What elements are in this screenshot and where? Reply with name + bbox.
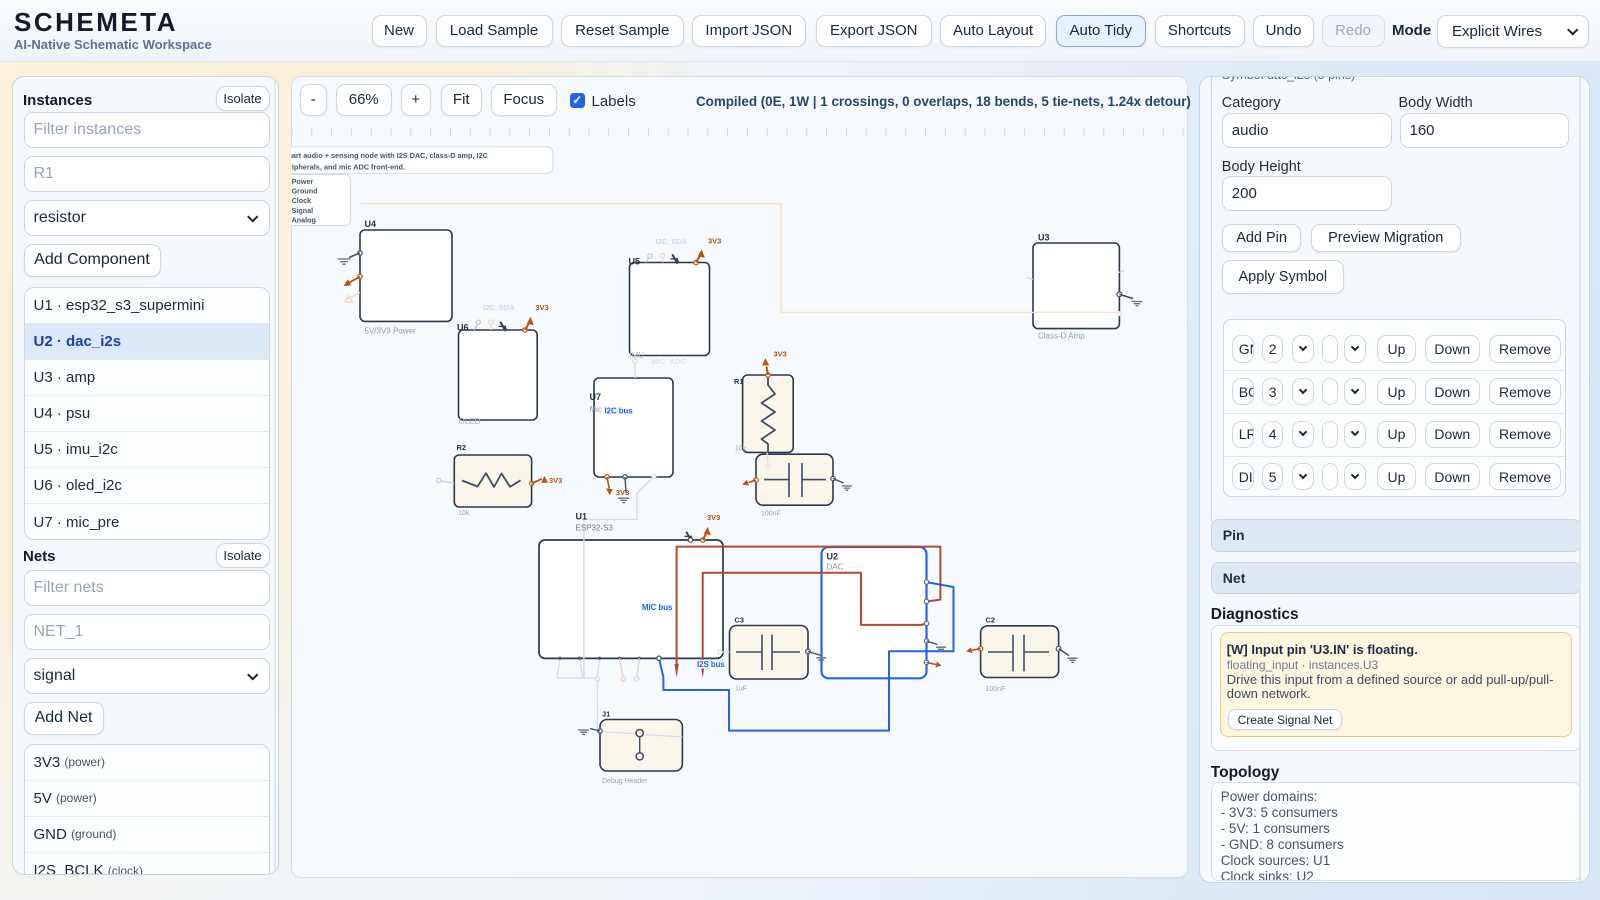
- svg-text:Class-D Amp: Class-D Amp: [1038, 332, 1085, 341]
- svg-text:U4: U4: [365, 219, 377, 229]
- svg-text:C3: C3: [735, 616, 744, 625]
- svg-text:I2S bus: I2S bus: [697, 660, 725, 669]
- svg-text:U3: U3: [1038, 233, 1050, 243]
- svg-text:3V3: 3V3: [707, 513, 720, 522]
- svg-text:MIC_ADC: MIC_ADC: [652, 357, 687, 366]
- svg-text:DAC: DAC: [827, 563, 844, 572]
- svg-text:100nF: 100nF: [986, 686, 1006, 693]
- svg-text:U5: U5: [629, 257, 641, 267]
- svg-text:I2C_SDA: I2C_SDA: [483, 303, 515, 312]
- svg-text:Ground: Ground: [292, 187, 318, 196]
- svg-text:U6: U6: [457, 323, 469, 333]
- svg-text:Smart audio + sensing node wit: Smart audio + sensing node with I2S DAC,…: [291, 151, 489, 160]
- svg-text:U1: U1: [576, 512, 588, 522]
- svg-text:ESP32-S3: ESP32-S3: [576, 524, 614, 533]
- svg-text:Analog: Analog: [292, 215, 316, 224]
- svg-text:C2: C2: [986, 616, 995, 625]
- svg-text:U7: U7: [590, 392, 602, 402]
- svg-text:peripherals, and mic ADC front: peripherals, and mic ADC front-end.: [291, 163, 405, 172]
- svg-text:J1: J1: [602, 710, 610, 719]
- svg-text:3V3: 3V3: [774, 350, 787, 359]
- svg-text:3V3: 3V3: [549, 476, 562, 485]
- svg-text:100nF: 100nF: [761, 511, 781, 518]
- svg-text:3V3: 3V3: [536, 303, 549, 312]
- svg-text:1uF: 1uF: [735, 686, 747, 693]
- svg-text:R1: R1: [734, 377, 743, 386]
- svg-text:U2: U2: [827, 552, 839, 562]
- svg-text:10k: 10k: [458, 510, 470, 517]
- svg-text:Power: Power: [292, 177, 314, 186]
- svg-text:OLED: OLED: [459, 417, 481, 426]
- svg-text:Signal: Signal: [292, 206, 314, 215]
- svg-text:I2C bus: I2C bus: [605, 407, 634, 416]
- svg-text:3V3: 3V3: [708, 237, 721, 246]
- svg-text:10k: 10k: [735, 446, 747, 453]
- svg-text:Clock: Clock: [292, 196, 312, 205]
- svg-text:R2: R2: [457, 443, 466, 452]
- svg-text:MIC bus: MIC bus: [642, 603, 673, 612]
- svg-text:Debug Header: Debug Header: [602, 778, 648, 785]
- svg-text:5V/3V3 Power: 5V/3V3 Power: [365, 327, 416, 336]
- svg-text:I2C_SDA: I2C_SDA: [656, 237, 688, 246]
- svg-text:3V3: 3V3: [616, 488, 629, 497]
- svg-text:IMU: IMU: [630, 351, 645, 360]
